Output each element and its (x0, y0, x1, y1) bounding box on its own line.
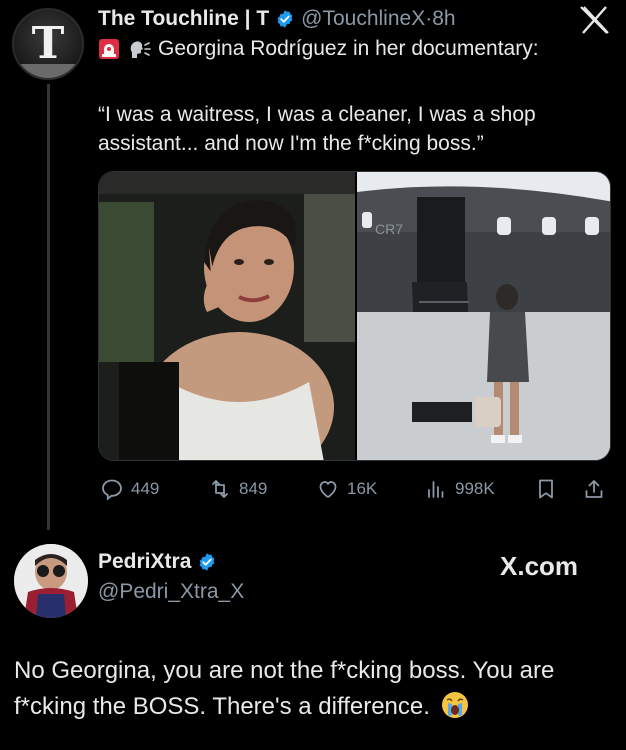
avatar-stripe (14, 64, 82, 78)
separator-dot: · (425, 7, 433, 30)
bookmark-icon (539, 479, 553, 499)
tweet-header: The Touchline | T @TouchlineX · 8h (98, 6, 456, 32)
share-action[interactable] (582, 474, 613, 504)
verified-badge-icon (277, 10, 293, 28)
subline-text: Georgina Rodríguez in her documentary: (158, 37, 539, 60)
like-action[interactable]: 16K (316, 474, 377, 504)
like-count: 16K (347, 479, 378, 498)
tweet-actions: 449 849 16K 998K (98, 474, 611, 504)
bookmark-action[interactable] (534, 474, 565, 504)
avatar[interactable]: T (12, 8, 84, 80)
reply-avatar[interactable] (14, 544, 88, 618)
views-icon (428, 481, 444, 498)
verified-badge-icon (200, 553, 215, 571)
author-name[interactable]: The Touchline | T (98, 6, 269, 32)
share-icon (585, 480, 603, 498)
reply-count: 449 (131, 479, 160, 498)
x-logo-icon[interactable] (578, 4, 610, 36)
timestamp[interactable]: 8h (432, 6, 455, 32)
tweet-text: “I was a waitress, I was a cleaner, I wa… (98, 103, 536, 155)
reply-icon (102, 479, 122, 501)
private-jet-photo[interactable]: CR7 (357, 172, 610, 460)
reply-avatar-illustration (14, 544, 88, 618)
private-jet-illustration: CR7 (357, 172, 610, 460)
speaking-head-icon (130, 41, 151, 58)
reply-author-row: PedriXtra (98, 550, 223, 574)
woman-in-car-photo[interactable] (99, 172, 355, 460)
tweet-subline: Georgina Rodríguez in her documentary: (98, 36, 539, 62)
reply-author-handle[interactable]: @Pedri_Xtra_X (98, 580, 244, 604)
reply-text-block: No Georgina, you are not the f*cking bos… (14, 653, 614, 725)
repost-action[interactable]: 849 (208, 474, 267, 504)
reply-action[interactable]: 449 (100, 474, 159, 504)
crying-face-emoji-icon (441, 692, 468, 718)
media-grid[interactable]: CR7 (98, 171, 611, 461)
thread-line (47, 84, 50, 530)
avatar-letter: T (31, 18, 65, 69)
siren-icon (99, 39, 119, 59)
heart-icon (319, 481, 337, 499)
repost-count: 849 (239, 479, 268, 498)
reply-author-name[interactable]: PedriXtra (98, 550, 191, 574)
jet-logo-text: CR7 (375, 221, 403, 237)
reply-text: No Georgina, you are not the f*cking bos… (14, 657, 555, 720)
author-handle[interactable]: @TouchlineX (301, 6, 425, 32)
woman-in-car-illustration (99, 172, 355, 460)
views-count: 998K (455, 479, 495, 498)
xcom-watermark: X.com (500, 551, 579, 581)
views-action[interactable]: 998K (424, 474, 495, 504)
repost-icon (212, 480, 228, 498)
